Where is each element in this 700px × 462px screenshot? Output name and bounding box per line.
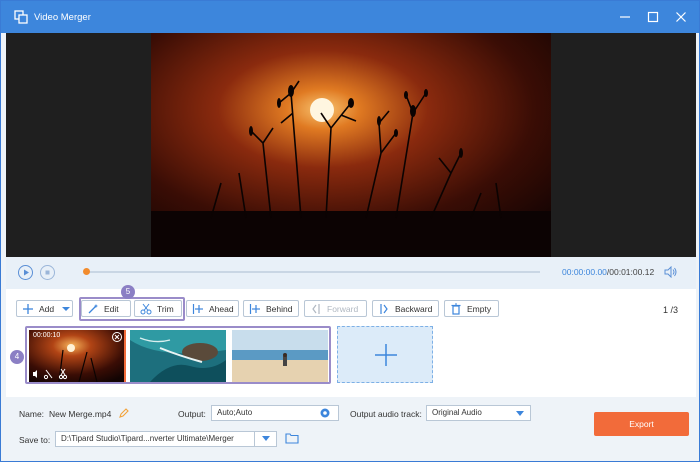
- audio-track-value: Original Audio: [432, 408, 482, 417]
- folder-icon[interactable]: [285, 432, 299, 444]
- clip-separator: [124, 330, 126, 382]
- plus-icon: [375, 344, 397, 366]
- save-path-dropdown[interactable]: [254, 432, 276, 446]
- forward-button[interactable]: Forward: [304, 300, 367, 317]
- trash-icon: [450, 303, 462, 315]
- audio-track-select[interactable]: Original Audio: [426, 405, 531, 421]
- plus-icon: [22, 303, 34, 315]
- name-label: Name:: [19, 409, 45, 419]
- behind-label: Behind: [266, 303, 293, 314]
- edit-trim-highlight: [79, 297, 185, 321]
- minimize-icon[interactable]: [619, 11, 631, 23]
- chevron-down-icon: [516, 411, 524, 416]
- play-button[interactable]: [18, 265, 33, 280]
- add-clip-button[interactable]: [337, 326, 433, 383]
- time-display: 00:00:00.00/00:01:00.12: [562, 267, 654, 277]
- merge-toolbar-area: Add Edit Trim 5 Ahead Behind Forward Bac…: [6, 285, 696, 397]
- behind-icon: [249, 303, 261, 315]
- output-settings: Name: New Merge.mp4 Output: Auto;Auto Ou…: [6, 397, 696, 457]
- ahead-icon: [192, 303, 204, 315]
- backward-button[interactable]: Backward: [372, 300, 439, 317]
- video-preview: [6, 33, 696, 257]
- bracket-left-icon: [310, 303, 322, 315]
- gear-icon[interactable]: [319, 407, 331, 419]
- clip-thumbnail-beach[interactable]: [232, 330, 328, 382]
- video-merger-window: Video Merger 00:00:00.00/00:01:00.12 Add…: [0, 0, 700, 462]
- save-path-field[interactable]: D:\Tipard Studio\Tipard...nverter Ultima…: [55, 431, 277, 447]
- pencil-icon[interactable]: [118, 407, 130, 419]
- progress-track[interactable]: [85, 271, 540, 273]
- export-button[interactable]: Export: [594, 412, 689, 436]
- clip-thumbnail-ocean[interactable]: [130, 330, 226, 382]
- chevron-down-icon: [262, 436, 270, 441]
- clip-remove-icon[interactable]: [112, 332, 122, 342]
- maximize-icon[interactable]: [647, 11, 659, 23]
- add-label: Add: [39, 303, 55, 314]
- volume-icon[interactable]: [664, 265, 678, 279]
- stop-button[interactable]: [40, 265, 55, 280]
- empty-button[interactable]: Empty: [444, 300, 499, 317]
- clip-duration: 00:00:10: [33, 332, 61, 339]
- audio-track-label: Output audio track:: [350, 409, 422, 419]
- forward-label: Forward: [327, 303, 359, 314]
- window-title: Video Merger: [34, 11, 91, 23]
- merger-app-icon: [14, 10, 28, 24]
- file-name-value: New Merge.mp4: [49, 409, 112, 419]
- step-badge-edit-trim: 5: [121, 285, 135, 299]
- step-badge-clips: 4: [10, 350, 24, 364]
- bracket-right-icon: [378, 303, 390, 315]
- backward-label: Backward: [395, 303, 433, 314]
- empty-label: Empty: [467, 303, 492, 314]
- save-to-label: Save to:: [19, 435, 51, 445]
- progress-handle[interactable]: [83, 268, 90, 275]
- output-label: Output:: [178, 409, 206, 419]
- preview-frame-sunset: [151, 33, 551, 257]
- clip-controls: [29, 366, 124, 382]
- playback-bar: 00:00:00.00/00:01:00.12: [6, 257, 696, 289]
- save-path-value: D:\Tipard Studio\Tipard...nverter Ultima…: [61, 434, 234, 443]
- current-time: 00:00:00.00: [562, 267, 607, 277]
- page-count: 1 /3: [663, 305, 679, 315]
- close-icon[interactable]: [675, 11, 687, 23]
- total-time: /00:01:00.12: [606, 267, 655, 277]
- chevron-down-icon: [62, 306, 71, 311]
- ahead-button[interactable]: Ahead: [186, 300, 239, 317]
- add-button[interactable]: Add: [16, 300, 73, 317]
- title-bar: Video Merger: [1, 1, 699, 33]
- clip-thumbnail-sunset[interactable]: 00:00:10: [29, 330, 124, 382]
- ahead-label: Ahead: [209, 303, 234, 314]
- behind-button[interactable]: Behind: [243, 300, 299, 317]
- output-format-value: Auto;Auto: [217, 408, 253, 417]
